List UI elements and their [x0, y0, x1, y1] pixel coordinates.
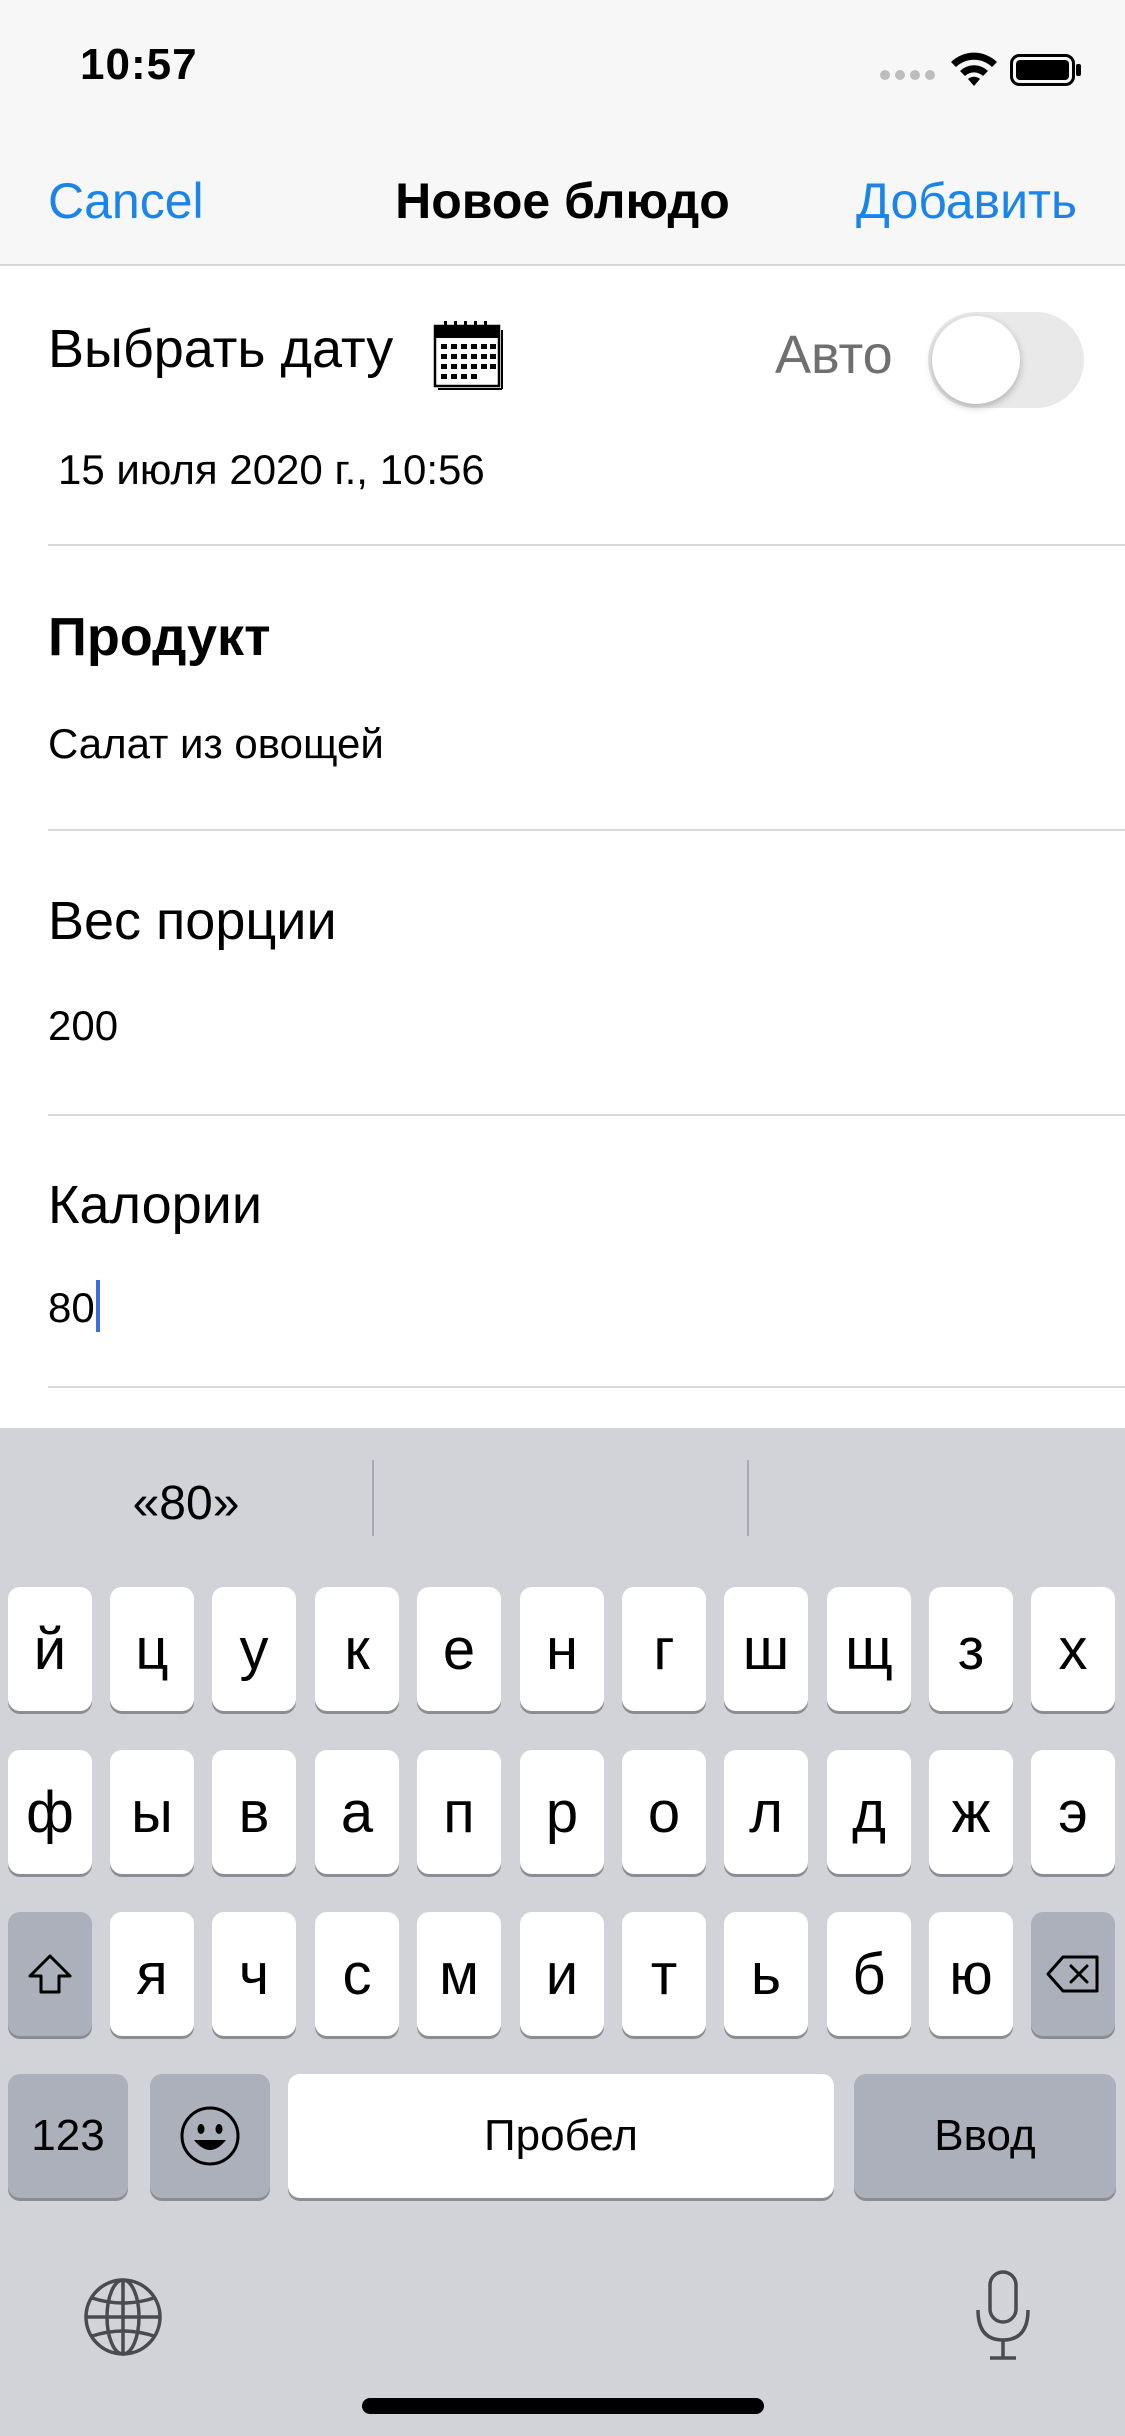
key-о[interactable]: о [622, 1750, 706, 1874]
key-э[interactable]: э [1031, 1750, 1115, 1874]
key-ц[interactable]: ц [110, 1587, 194, 1711]
key-б[interactable]: б [827, 1912, 911, 2036]
key-ф[interactable]: ф [8, 1750, 92, 1874]
key-р[interactable]: р [520, 1750, 604, 1874]
shift-key[interactable] [8, 1912, 92, 2036]
shift-icon [28, 1954, 72, 1994]
key-я[interactable]: я [110, 1912, 194, 2036]
navigation-bar: Cancel Новое блюдо Добавить [0, 140, 1125, 266]
key-з[interactable]: з [929, 1587, 1013, 1711]
key-п[interactable]: п [417, 1750, 501, 1874]
suggestion-bar: «80» [0, 1428, 1125, 1568]
key-ь[interactable]: ь [724, 1912, 808, 2036]
space-key[interactable]: Пробел [288, 2074, 834, 2198]
product-label: Продукт [48, 607, 271, 667]
globe-icon[interactable] [82, 2276, 164, 2358]
key-а[interactable]: а [315, 1750, 399, 1874]
key-ч[interactable]: ч [212, 1912, 296, 2036]
emoji-key[interactable] [150, 2074, 270, 2198]
key-х[interactable]: х [1031, 1587, 1115, 1711]
key-л[interactable]: л [724, 1750, 808, 1874]
key-т[interactable]: т [622, 1912, 706, 2036]
status-time: 10:57 [80, 40, 198, 89]
toggle-knob [932, 316, 1020, 404]
calories-field[interactable]: 80 [48, 1280, 1125, 1332]
numbers-key[interactable]: 123 [8, 2074, 128, 2198]
calories-value: 80 [48, 1284, 95, 1331]
backspace-key[interactable] [1031, 1912, 1115, 2036]
key-к[interactable]: к [315, 1587, 399, 1711]
key-г[interactable]: г [622, 1587, 706, 1711]
key-н[interactable]: н [520, 1587, 604, 1711]
key-у[interactable]: у [212, 1587, 296, 1711]
text-cursor [95, 1280, 100, 1332]
divider [48, 1114, 1125, 1116]
microphone-icon[interactable] [972, 2268, 1034, 2364]
key-щ[interactable]: щ [827, 1587, 911, 1711]
key-и[interactable]: и [520, 1912, 604, 2036]
key-в[interactable]: в [212, 1750, 296, 1874]
suggestion-1[interactable]: «80» [0, 1476, 372, 1531]
auto-label: Авто [775, 325, 893, 385]
key-ю[interactable]: ю [929, 1912, 1013, 2036]
auto-toggle[interactable] [928, 312, 1084, 408]
key-ж[interactable]: ж [929, 1750, 1013, 1874]
key-ы[interactable]: ы [110, 1750, 194, 1874]
backspace-icon [1046, 1955, 1099, 1993]
date-value[interactable]: 15 июля 2020 г., 10:56 [58, 446, 1125, 494]
emoji-icon [180, 2106, 240, 2166]
add-button[interactable]: Добавить [856, 172, 1077, 230]
wifi-icon [951, 52, 997, 86]
divider [48, 1386, 1125, 1388]
weight-field[interactable]: 200 [48, 1002, 1125, 1050]
return-key[interactable]: Ввод [854, 2074, 1116, 2198]
battery-icon [1010, 54, 1081, 86]
divider [48, 544, 1125, 546]
key-с[interactable]: с [315, 1912, 399, 2036]
product-field[interactable]: Салат из овощей [48, 720, 1125, 768]
key-й[interactable]: й [8, 1587, 92, 1711]
home-indicator[interactable] [362, 2398, 764, 2414]
key-д[interactable]: д [827, 1750, 911, 1874]
cellular-signal-icon [880, 70, 936, 82]
calendar-icon[interactable] [432, 318, 504, 390]
calories-label: Калории [48, 1175, 262, 1235]
weight-label: Вес порции [48, 891, 337, 951]
key-ш[interactable]: ш [724, 1587, 808, 1711]
key-м[interactable]: м [417, 1912, 501, 2036]
status-bar: 10:57 [0, 0, 1125, 140]
suggestion-separator [747, 1460, 749, 1536]
key-е[interactable]: е [417, 1587, 501, 1711]
suggestion-separator [372, 1460, 374, 1536]
divider [48, 829, 1125, 831]
